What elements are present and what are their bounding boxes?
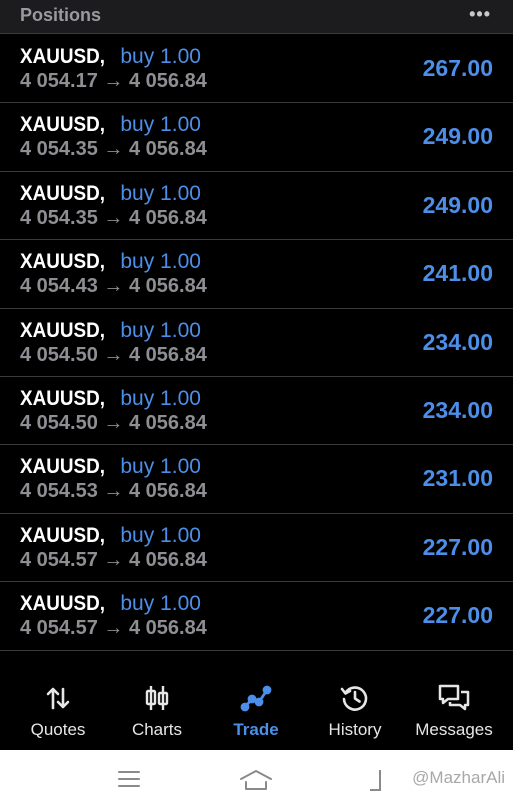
position-profit: 234.00 [422, 328, 493, 355]
tab-trade[interactable]: Trade [206, 682, 306, 740]
tab-label: History [328, 720, 382, 739]
position-symbol: XAUUSD, [20, 45, 106, 68]
watermark: @MazharAli [412, 768, 505, 787]
position-symbol: XAUUSD, [20, 113, 106, 137]
position-profit: 234.00 [422, 396, 493, 423]
position-row[interactable]: XAUUSD, buy 1.00 4 054.43 → 4 056.84 241… [0, 240, 513, 309]
positions-list: XAUUSD, buy 1.00 4 054.17 → 4 056.84 267… [0, 35, 513, 651]
home-icon[interactable] [238, 768, 274, 792]
position-prices: 4 054.57 → 4 056.84 [20, 548, 207, 571]
position-prices: 4 054.35 → 4 056.84 [20, 206, 207, 229]
quotes-arrows-icon [46, 687, 70, 710]
position-trade: buy 1.00 [120, 455, 201, 479]
tab-history[interactable]: History [305, 682, 405, 740]
position-profit: 227.00 [422, 533, 493, 560]
position-prices: 4 054.50 → 4 056.84 [20, 343, 207, 366]
position-trade: buy 1.00 [120, 181, 201, 205]
tab-charts[interactable]: Charts [107, 682, 207, 740]
position-prices: 4 054.43 → 4 056.84 [20, 275, 207, 298]
position-symbol: XAUUSD, [20, 386, 106, 410]
menu-icon[interactable] [117, 768, 141, 790]
tab-label: Messages [415, 720, 493, 739]
position-trade: buy 1.00 [120, 113, 201, 137]
position-symbol: XAUUSD, [20, 181, 106, 205]
tab-quotes[interactable]: Quotes [8, 682, 108, 740]
position-profit: 249.00 [422, 123, 493, 150]
tab-label: Quotes [30, 720, 86, 739]
position-trade: buy 1.00 [120, 523, 201, 547]
position-trade: buy 1.00 [120, 386, 201, 410]
tab-label: Trade [233, 720, 279, 739]
position-symbol: XAUUSD, [20, 250, 106, 274]
position-symbol: XAUUSD, [20, 592, 106, 616]
system-nav-bar: @MazharAli [0, 750, 513, 810]
page-title: Positions [20, 5, 102, 25]
position-prices: 4 054.53 → 4 056.84 [20, 480, 207, 503]
position-prices: 4 054.50 → 4 056.84 [20, 411, 207, 434]
more-dots-icon[interactable]: ••• [469, 4, 491, 25]
position-prices: 4 054.17 → 4 056.84 [20, 70, 207, 92]
back-icon[interactable] [368, 768, 384, 792]
candlestick-icon [145, 686, 169, 710]
position-row[interactable]: XAUUSD, buy 1.00 4 054.50 → 4 056.84 234… [0, 308, 513, 377]
messages-icon [438, 684, 470, 711]
tab-messages[interactable]: Messages [404, 682, 504, 740]
position-trade: buy 1.00 [120, 592, 201, 616]
position-profit: 249.00 [422, 191, 493, 218]
bottom-tab-bar: Quotes Charts Trade History Messages [0, 670, 513, 750]
history-clock-icon [340, 686, 368, 711]
trade-line-icon [240, 685, 272, 712]
position-row[interactable]: XAUUSD, buy 1.00 4 054.57 → 4 056.84 227… [0, 582, 513, 651]
position-row[interactable]: XAUUSD, buy 1.00 4 054.57 → 4 056.84 227… [0, 513, 513, 583]
position-symbol: XAUUSD, [20, 455, 106, 479]
position-row[interactable]: XAUUSD, buy 1.00 4 054.17 → 4 056.84 267… [0, 35, 513, 104]
position-profit: 231.00 [422, 465, 493, 492]
position-symbol: XAUUSD, [20, 523, 106, 547]
position-row[interactable]: XAUUSD, buy 1.00 4 054.50 → 4 056.84 234… [0, 376, 513, 446]
position-profit: 227.00 [422, 602, 493, 629]
position-row[interactable]: XAUUSD, buy 1.00 4 054.35 → 4 056.84 249… [0, 171, 513, 241]
position-row[interactable]: XAUUSD, buy 1.00 4 054.53 → 4 056.84 231… [0, 445, 513, 514]
position-profit: 241.00 [422, 260, 493, 287]
position-prices: 4 054.57 → 4 056.84 [20, 617, 207, 640]
positions-header: Positions ••• [0, 0, 513, 34]
position-symbol: XAUUSD, [20, 318, 106, 342]
position-row[interactable]: XAUUSD, buy 1.00 4 054.35 → 4 056.84 249… [0, 103, 513, 172]
position-profit: 267.00 [422, 55, 493, 81]
position-trade: buy 1.00 [120, 318, 201, 342]
tab-label: Charts [131, 720, 183, 739]
position-trade: buy 1.00 [120, 250, 201, 274]
position-prices: 4 054.35 → 4 056.84 [20, 138, 207, 161]
position-trade: buy 1.00 [120, 45, 201, 68]
